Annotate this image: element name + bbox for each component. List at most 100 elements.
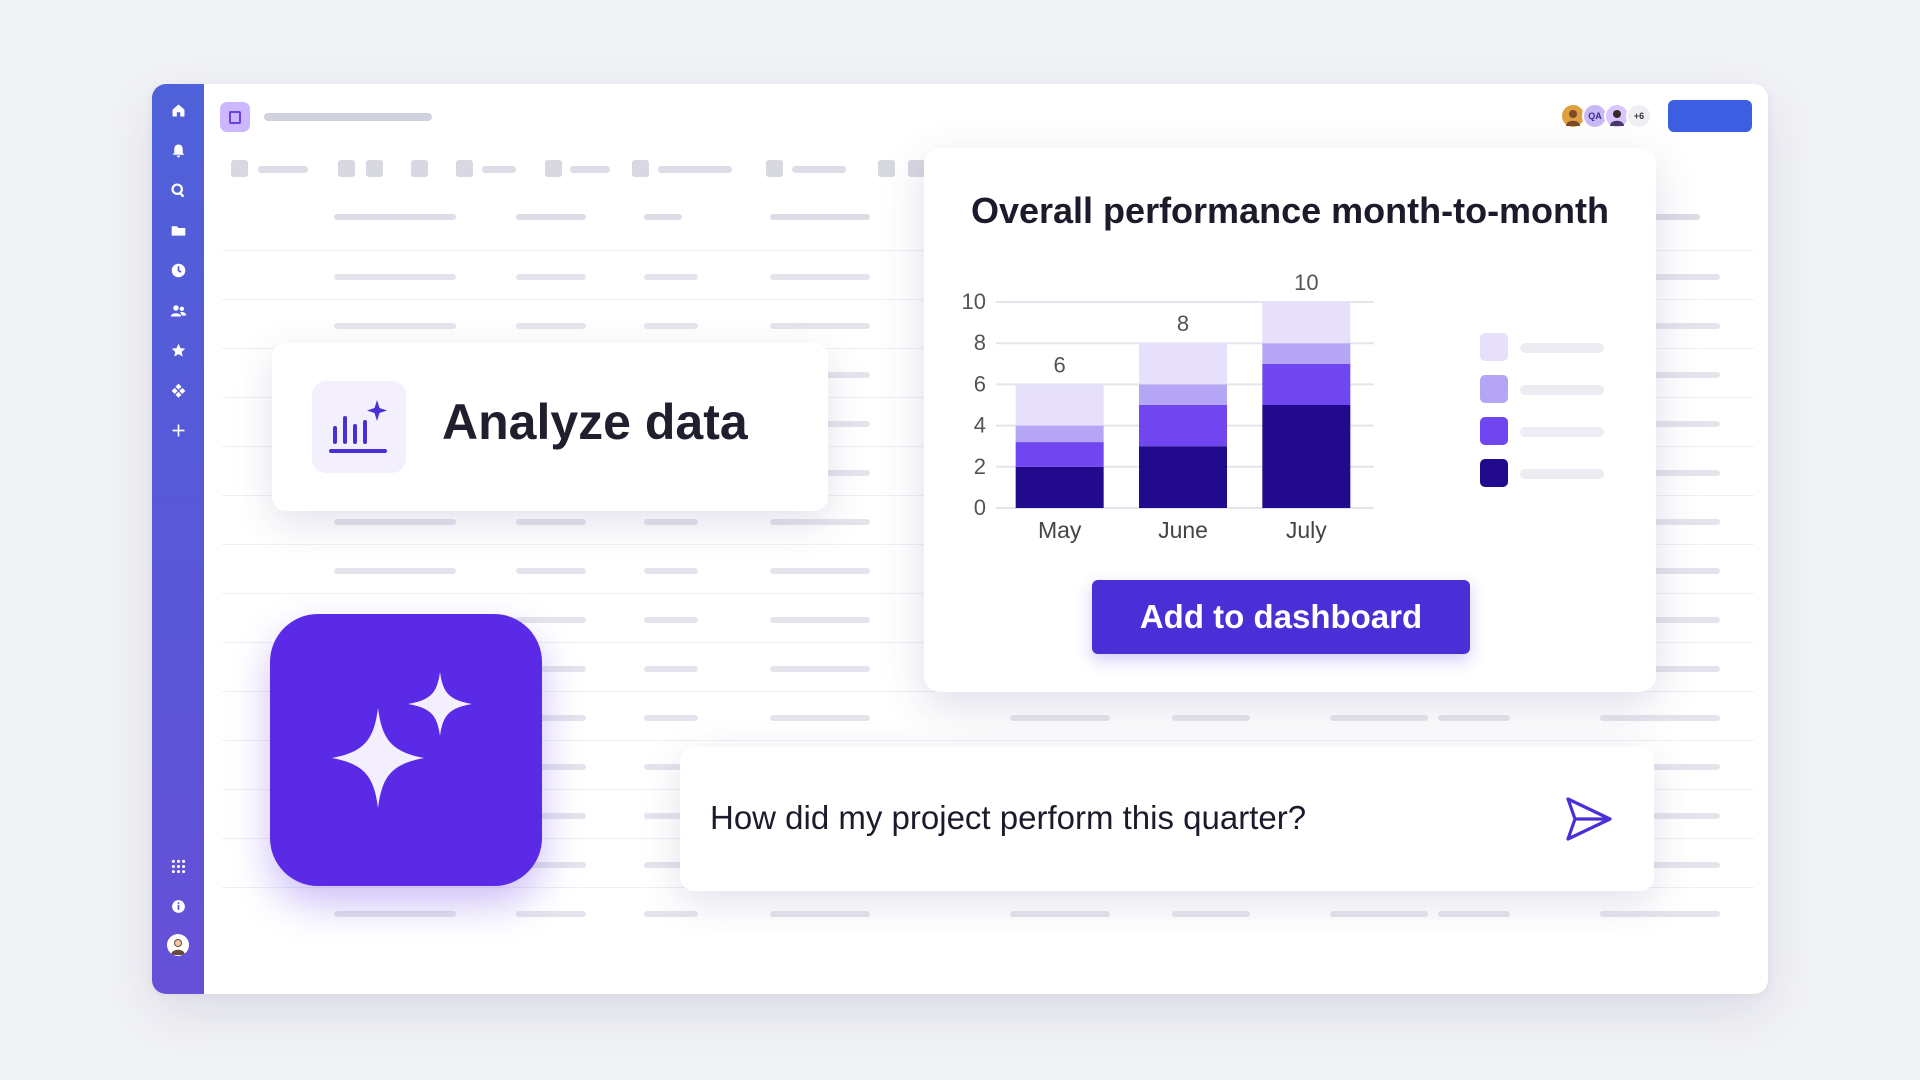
bar-segment	[1262, 343, 1351, 364]
bar-segment	[1139, 384, 1227, 405]
cell-placeholder	[770, 519, 870, 525]
analyze-data-title: Analyze data	[442, 394, 748, 450]
toolbar-icon[interactable]	[366, 160, 383, 177]
cell-placeholder	[644, 666, 698, 672]
send-icon[interactable]	[1562, 793, 1616, 845]
toolbar-icon[interactable]	[456, 160, 473, 177]
y-tick-label: 6	[974, 371, 986, 396]
cell-placeholder	[770, 274, 870, 280]
ai-prompt-card[interactable]: How did my project perform this quarter?	[680, 747, 1654, 891]
x-tick-label: July	[1286, 517, 1327, 543]
apps-icon[interactable]	[168, 380, 188, 400]
bar-segment	[1262, 405, 1351, 508]
toolbar-icon[interactable]	[338, 160, 355, 177]
bell-icon[interactable]	[168, 140, 188, 160]
bar-segment	[1139, 446, 1227, 508]
sparkles-icon	[332, 672, 472, 808]
toolbar-icon[interactable]	[411, 160, 428, 177]
stacked-bar-chart: 0 2 4 6 8 10 6 May 8 June 10 July	[962, 270, 1604, 543]
plus-icon[interactable]	[168, 420, 188, 440]
board-badge-icon[interactable]	[220, 102, 250, 132]
cell-placeholder	[1010, 715, 1110, 721]
help-icon[interactable]	[168, 896, 188, 916]
cell-placeholder	[1172, 715, 1250, 721]
home-icon[interactable]	[168, 100, 188, 120]
cell-placeholder	[770, 911, 870, 917]
folder-icon[interactable]	[168, 220, 188, 240]
bar-segment	[1139, 343, 1227, 385]
analyze-data-card[interactable]: Analyze data	[272, 343, 828, 511]
sidebar	[152, 84, 204, 994]
cell-placeholder	[1172, 911, 1250, 917]
toolbar-icon[interactable]	[231, 160, 248, 177]
cell-placeholder	[516, 911, 586, 917]
more-collaborators-badge[interactable]: +6	[1626, 103, 1652, 129]
bar-segment	[1139, 405, 1227, 447]
bar-segment	[1015, 384, 1104, 426]
cell-placeholder	[644, 519, 698, 525]
cell-placeholder	[334, 911, 456, 917]
bar-segment	[1015, 425, 1104, 443]
cell-placeholder	[644, 323, 698, 329]
toolbar-icon[interactable]	[766, 160, 783, 177]
clock-icon[interactable]	[168, 260, 188, 280]
bar-total-label: 6	[1054, 352, 1066, 377]
cell-placeholder	[1330, 911, 1428, 917]
prompt-input[interactable]: How did my project perform this quarter?	[710, 799, 1306, 837]
legend-swatch	[1480, 417, 1508, 445]
performance-chart-card: Overall performance month-to-month 0 2 4 6 8…	[924, 148, 1656, 692]
search-icon[interactable]	[168, 180, 188, 200]
y-tick-label: 10	[962, 289, 986, 314]
y-tick-label: 0	[974, 495, 986, 520]
chart-sparkle-icon	[312, 381, 406, 473]
cell-placeholder	[1330, 715, 1428, 721]
toolbar-icon[interactable]	[908, 160, 925, 177]
grid-icon[interactable]	[168, 856, 188, 876]
legend-swatch	[1480, 333, 1508, 361]
cell-placeholder	[1600, 911, 1720, 917]
cell-placeholder	[770, 617, 870, 623]
bar-segment	[1262, 302, 1351, 344]
cell-placeholder	[334, 274, 456, 280]
toolbar-icon[interactable]	[878, 160, 895, 177]
bar-total-label: 10	[1294, 270, 1318, 295]
ai-assistant-button[interactable]	[270, 614, 542, 886]
cell-placeholder	[334, 323, 456, 329]
cell-placeholder	[516, 323, 586, 329]
bar-total-label: 8	[1177, 311, 1189, 336]
profile-avatar-icon[interactable]	[167, 934, 189, 956]
cell-placeholder	[516, 617, 586, 623]
bar-segment	[1015, 442, 1104, 467]
cell-placeholder	[1010, 911, 1110, 917]
toolbar-icon[interactable]	[632, 160, 649, 177]
cell-placeholder	[770, 568, 870, 574]
cell-placeholder	[644, 568, 698, 574]
legend-label-placeholder	[1520, 343, 1604, 353]
cell-placeholder	[334, 568, 456, 574]
star-icon[interactable]	[168, 340, 188, 360]
chart-title: Overall performance month-to-month	[970, 190, 1610, 231]
cell-placeholder	[516, 568, 586, 574]
cell-placeholder	[770, 715, 870, 721]
cell-placeholder	[516, 274, 586, 280]
bar-segment	[1015, 466, 1104, 508]
toolbar-icon[interactable]	[545, 160, 562, 177]
primary-action-button[interactable]	[1668, 100, 1752, 132]
legend-swatch	[1480, 459, 1508, 487]
legend-label-placeholder	[1520, 427, 1604, 437]
cell-placeholder	[644, 617, 698, 623]
cell-placeholder	[770, 666, 870, 672]
cell-placeholder	[644, 911, 698, 917]
legend-label-placeholder	[1520, 469, 1604, 479]
cell-placeholder	[334, 519, 456, 525]
board-title-placeholder	[264, 113, 432, 121]
cell-placeholder	[1600, 715, 1720, 721]
legend-swatch	[1480, 375, 1508, 403]
cell-placeholder	[644, 715, 698, 721]
x-tick-label: June	[1158, 517, 1208, 543]
cell-placeholder	[770, 323, 870, 329]
legend-label-placeholder	[1520, 385, 1604, 395]
people-icon[interactable]	[168, 300, 188, 320]
add-to-dashboard-button[interactable]: Add to dashboard	[1092, 580, 1470, 654]
y-tick-label: 4	[974, 413, 986, 438]
